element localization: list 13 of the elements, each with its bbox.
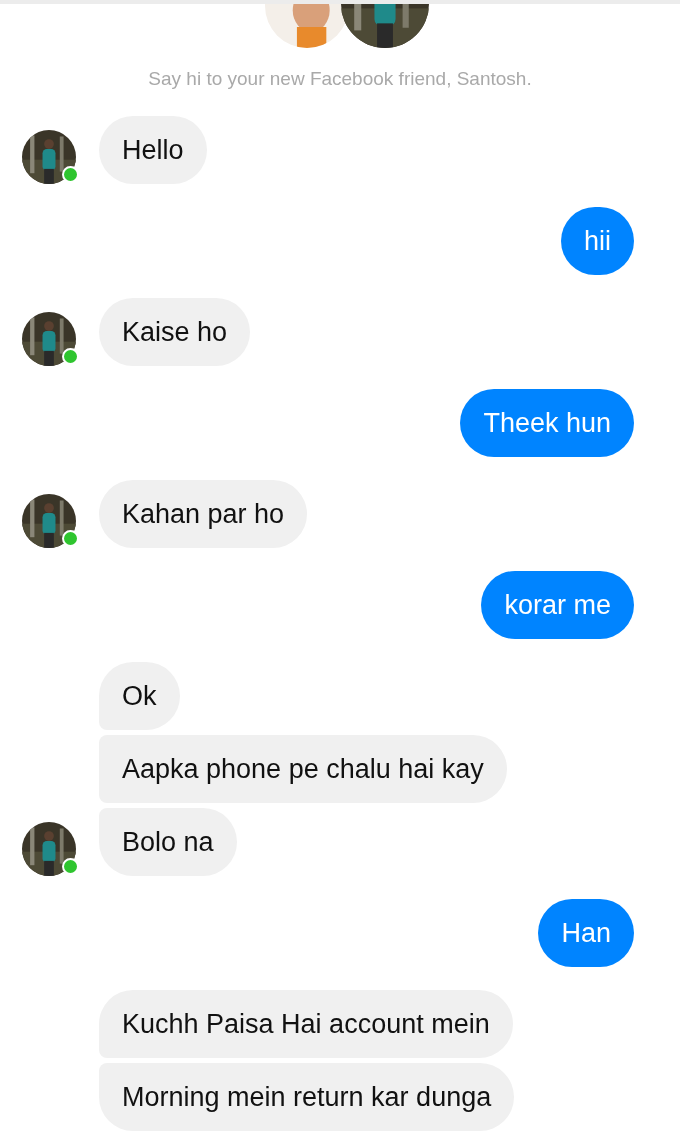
message-bubble: Bolo na — [99, 808, 237, 876]
intro-text: Say hi to your new Facebook friend, Santosh. — [147, 68, 533, 90]
message-bubble: Kuchh Paisa Hai account mein — [99, 990, 513, 1058]
message-bubble: Theek hun — [460, 389, 634, 457]
message-bubble: Morning mein return kar dunga — [99, 1063, 515, 1131]
message-bubble: Ok — [99, 662, 180, 730]
message-bubble: korar me — [481, 571, 634, 639]
message-bubble: hii — [561, 207, 634, 275]
message-bubble: Hello — [99, 116, 207, 184]
message-bubble: Han — [538, 899, 634, 967]
message-bubble: Kahan par ho — [99, 480, 308, 548]
message-bubble: Aapka phone pe chalu hai kay — [99, 735, 507, 803]
message-bubble: Kaise ho — [99, 298, 251, 366]
